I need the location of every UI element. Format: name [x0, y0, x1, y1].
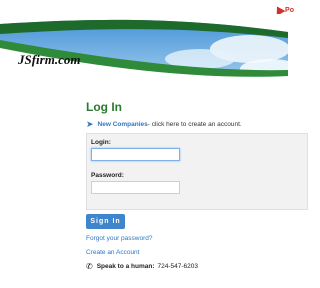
logo-text: JSfirm.com [18, 52, 81, 67]
jsfirm-logo[interactable]: JSfirm.com [18, 52, 80, 68]
new-companies-link[interactable]: New Companies [98, 121, 148, 128]
login-label: Login: [91, 139, 111, 146]
page-title: Log In [86, 100, 122, 114]
password-label: Password: [91, 172, 124, 179]
new-companies-promo: ➤ New Companies - click here to create a… [86, 119, 242, 130]
forgot-password-link[interactable]: Forgot your password? [86, 235, 152, 242]
sign-in-button[interactable]: Sign In [86, 214, 125, 229]
powered-by-text: Po [285, 6, 294, 14]
phone-number: 724-547-6203 [157, 263, 198, 270]
phone-icon: ✆ [86, 262, 93, 271]
login-input[interactable] [91, 148, 180, 161]
password-input[interactable] [91, 181, 180, 194]
paper-plane-icon: ➤ [86, 119, 94, 129]
phone-label: Speak to a human: [96, 263, 155, 270]
promo-text: - click here to create an account. [147, 121, 242, 128]
login-form: Login: Password: [86, 133, 308, 210]
create-account-link[interactable]: Create an Account [86, 249, 139, 256]
phone-contact: ✆ Speak to a human: 724-547-6203 [86, 262, 198, 271]
login-heading-wrap: Log In [86, 100, 122, 114]
powered-by-link[interactable]: Po [272, 4, 294, 16]
